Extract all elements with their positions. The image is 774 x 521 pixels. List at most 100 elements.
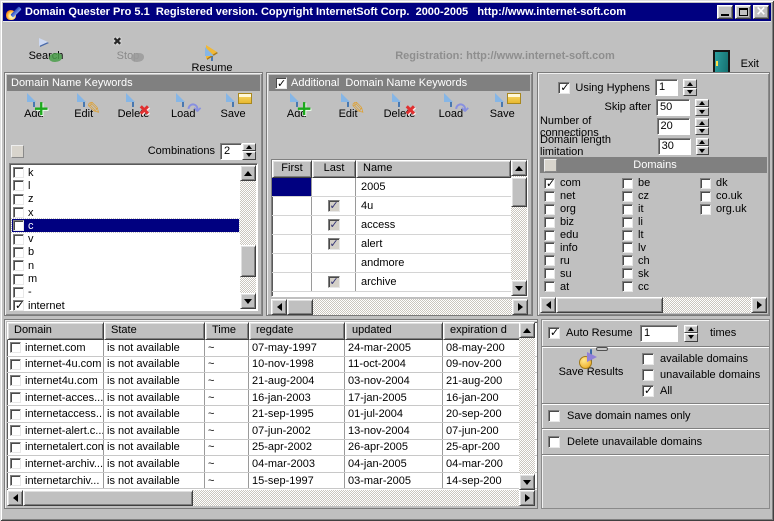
first-cell[interactable] [272, 273, 312, 291]
result-checkbox[interactable] [10, 458, 21, 470]
column-header[interactable]: First [272, 160, 312, 178]
result-checkbox[interactable] [10, 392, 21, 404]
column-header[interactable]: regdate [249, 322, 345, 340]
result-checkbox[interactable] [10, 441, 21, 453]
maximize-button[interactable] [735, 5, 751, 19]
domain-tld-item[interactable]: org [544, 203, 622, 216]
setting-spinner[interactable] [695, 137, 709, 155]
keyword-checkbox[interactable] [13, 273, 24, 285]
tld-checkbox[interactable] [544, 242, 555, 254]
result-row[interactable]: internet-4u.com is not available ~ 10-no… [7, 356, 537, 374]
keyword-item[interactable]: internet [12, 299, 239, 312]
scroll-left-icon[interactable] [540, 297, 556, 313]
last-cell[interactable] [312, 254, 356, 272]
domain-tld-item[interactable]: su [544, 267, 622, 280]
keyword-checkbox[interactable] [13, 220, 24, 232]
tld-checkbox[interactable] [622, 255, 633, 267]
tld-checkbox[interactable] [544, 281, 555, 293]
tld-checkbox[interactable] [622, 216, 633, 228]
domain-tld-item[interactable]: ch [622, 254, 700, 267]
keyword-checkbox[interactable] [13, 180, 24, 192]
domain-tld-item[interactable]: edu [544, 229, 622, 242]
last-cell[interactable] [312, 197, 356, 215]
tld-checkbox[interactable] [544, 190, 555, 202]
domains-hscrollbar[interactable] [540, 297, 767, 313]
stop-button[interactable]: Stop [99, 48, 157, 62]
additional-keyword-row[interactable]: andmore [272, 254, 527, 273]
last-checkbox[interactable] [327, 275, 340, 288]
domain-tld-item[interactable]: org.uk [700, 203, 765, 216]
results-vscrollbar[interactable] [519, 322, 535, 490]
save-names-only-checkbox[interactable] [548, 410, 560, 422]
keyword-checkbox[interactable] [13, 193, 24, 205]
tld-checkbox[interactable] [622, 177, 633, 189]
keyword-checkbox[interactable] [13, 260, 24, 272]
result-row[interactable]: internetalert.com is not available ~ 25-… [7, 439, 537, 457]
tld-checkbox[interactable] [622, 268, 633, 280]
result-checkbox[interactable] [10, 375, 21, 387]
tld-checkbox[interactable] [622, 281, 633, 293]
additional-keyword-row[interactable]: access [272, 216, 527, 235]
scroll-right-icon[interactable] [751, 297, 767, 313]
scroll-down-icon[interactable] [519, 474, 535, 490]
setting-input[interactable]: 1 [655, 79, 678, 97]
keyword-tool-button[interactable]: Add [11, 93, 57, 139]
result-checkbox[interactable] [10, 425, 21, 437]
scroll-right-icon[interactable] [519, 490, 535, 506]
setting-spinner[interactable] [695, 118, 709, 136]
keyword-checkbox[interactable] [13, 286, 24, 298]
domain-tld-item[interactable]: li [622, 216, 700, 229]
tld-checkbox[interactable] [700, 203, 711, 215]
additional-keyword-row[interactable]: archive [272, 273, 527, 292]
result-row[interactable]: internet.com is not available ~ 07-may-1… [7, 340, 537, 357]
spin-up-icon[interactable] [695, 118, 709, 127]
minimize-button[interactable] [717, 5, 733, 19]
scroll-thumb[interactable] [556, 297, 664, 313]
search-button[interactable]: Search [17, 48, 75, 62]
additional-table-hscrollbar[interactable] [271, 299, 528, 315]
first-cell[interactable] [272, 216, 312, 234]
spin-down-icon[interactable] [684, 333, 698, 342]
first-cell[interactable] [272, 178, 312, 196]
keyword-item[interactable]: c [11, 218, 240, 234]
scroll-thumb[interactable] [240, 244, 256, 277]
keyword-list-scrollbar[interactable] [240, 165, 256, 309]
keyword-item[interactable]: x [12, 206, 239, 219]
first-cell[interactable] [272, 254, 312, 272]
domain-tld-item[interactable]: net [544, 190, 622, 203]
keyword-item[interactable]: b [12, 246, 239, 259]
scroll-down-icon[interactable] [511, 280, 527, 296]
first-cell[interactable] [272, 197, 312, 215]
scroll-thumb[interactable] [511, 177, 527, 207]
column-header[interactable]: State [104, 322, 205, 340]
additional-tool-button[interactable]: Edit [325, 93, 371, 139]
result-row[interactable]: internet-archiv... is not available ~ 04… [7, 456, 537, 473]
tld-checkbox[interactable] [544, 229, 555, 241]
domain-tld-item[interactable]: sk [622, 267, 700, 280]
keyword-item[interactable]: v [12, 232, 239, 245]
filter-option[interactable]: available domains [642, 351, 760, 367]
keyword-checkbox[interactable] [13, 246, 24, 258]
using-hyphens-checkbox[interactable] [558, 81, 571, 94]
select-all-keywords-toggle[interactable] [11, 144, 24, 158]
domain-tld-item[interactable]: lv [622, 241, 700, 254]
last-cell[interactable] [312, 235, 356, 253]
tld-checkbox[interactable] [544, 268, 555, 280]
tld-checkbox[interactable] [700, 190, 711, 202]
additional-keyword-row[interactable]: 2005 [272, 178, 527, 197]
column-header[interactable]: expiration d [443, 322, 521, 340]
scroll-thumb[interactable] [287, 299, 313, 315]
last-cell[interactable] [312, 216, 356, 234]
save-results-button[interactable]: Save Results [558, 347, 624, 378]
domain-tld-item[interactable]: dk [700, 177, 765, 190]
spin-down-icon[interactable] [683, 87, 697, 97]
keyword-item[interactable]: l [12, 179, 239, 192]
spin-up-icon[interactable] [695, 137, 709, 147]
filter-checkbox[interactable] [642, 369, 654, 381]
tld-checkbox[interactable] [622, 229, 633, 241]
delete-unavailable-checkbox[interactable] [548, 435, 560, 448]
scroll-left-icon[interactable] [7, 490, 23, 506]
spin-down-icon[interactable] [695, 126, 709, 136]
domain-tld-item[interactable]: biz [544, 216, 622, 229]
select-all-domains-toggle[interactable] [544, 158, 557, 172]
